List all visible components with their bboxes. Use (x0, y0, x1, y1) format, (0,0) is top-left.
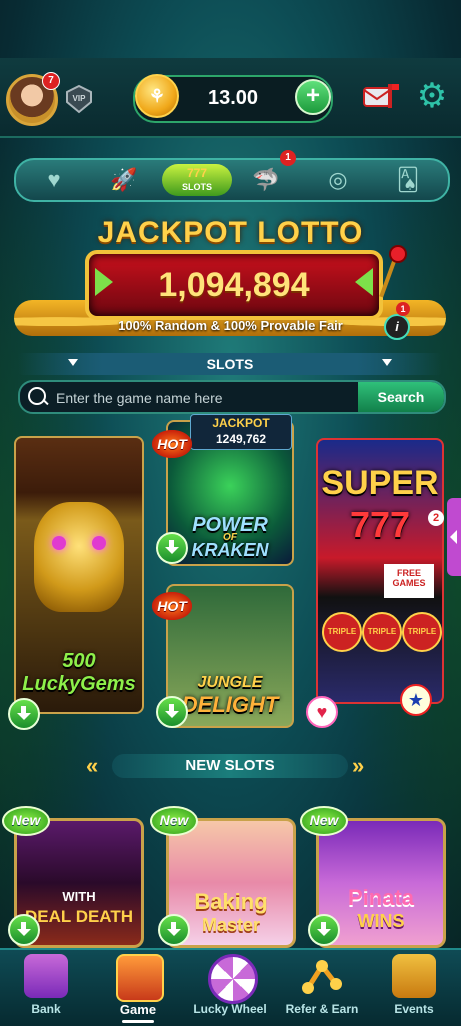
golden-mask-image (34, 502, 124, 612)
chevrons-right-icon[interactable]: » (352, 754, 364, 778)
triangle-down-icon (382, 359, 392, 366)
game-tile-500-lucky-gems[interactable]: 500 LuckyGems (14, 436, 144, 714)
reel-symbol: TRIPLE (402, 612, 442, 652)
game-tile-super-777[interactable]: SUPER 777 FREE GAMES TRIPLE TRIPLE TRIPL… (316, 438, 444, 704)
search-button[interactable]: Search (358, 382, 444, 412)
slots-section-header: SLOTS (18, 353, 442, 375)
vip-label: VIP (72, 94, 86, 103)
info-notification-badge: 1 (396, 302, 410, 316)
bottom-navigation: Bank Game Lucky Wheel Refer & Earn Event… (0, 948, 461, 1026)
bank-icon (24, 954, 68, 998)
nav-game-label: Game (119, 1002, 157, 1017)
nav-refer-earn[interactable]: Refer & Earn (276, 950, 368, 1026)
settings-gear-icon[interactable]: ⚙ (414, 78, 450, 114)
free-games-panel: FREE GAMES (384, 564, 434, 598)
jackpot-value: 1,094,894 (158, 266, 310, 304)
new-slots-label: NEW SLOTS (185, 757, 275, 774)
super-777-badge: 2 (428, 510, 444, 526)
jackpot-board[interactable]: 1,094,894 (85, 250, 383, 320)
game-title-top: JUNGLE (197, 674, 263, 691)
slots-777-icon: 777 (186, 166, 208, 180)
playing-cards-icon[interactable]: 🂡 (388, 164, 428, 196)
reel-symbol: TRIPLE (322, 612, 362, 652)
mailbox-icon[interactable] (360, 80, 400, 114)
tab-slots-label: SLOTS (181, 182, 212, 192)
side-panel-toggle[interactable] (447, 498, 461, 576)
nav-bank[interactable]: Bank (0, 950, 92, 1026)
new-badge: New (2, 806, 50, 836)
mask-eye (52, 536, 66, 550)
network-share-icon (300, 954, 344, 998)
nav-events[interactable]: Events (368, 950, 460, 1026)
game-title: 500 LuckyGems (22, 650, 136, 695)
add-funds-button[interactable]: + (295, 79, 331, 115)
download-icon[interactable] (8, 914, 40, 946)
rocket-crash-icon[interactable]: 🚀 (104, 164, 144, 196)
new-badge: New (300, 806, 348, 836)
game-title-top: Baking (194, 889, 268, 914)
kraken-jackpot-counter: JACKPOT 1249,762 (190, 414, 292, 450)
game-title: SUPER (321, 464, 439, 502)
lucky-wheel-icon (208, 954, 258, 1004)
roulette-icon[interactable]: ◎ (318, 164, 358, 196)
vip-icon[interactable]: VIP (64, 84, 94, 114)
info-button[interactable]: i (384, 314, 410, 340)
game-title-top: Pinata (347, 885, 415, 910)
kraken-jackpot-value: 1249,762 (215, 432, 267, 446)
top-bar: 7 VIP ⚘ 13.00 + ⚙ (0, 58, 461, 138)
avatar-notification-badge: 7 (42, 72, 60, 90)
fishing-notification-badge: 1 (280, 150, 296, 166)
nav-refer-earn-label: Refer & Earn (285, 1002, 359, 1016)
nav-lucky-wheel[interactable]: Lucky Wheel (184, 950, 276, 1026)
arrow-right-icon (355, 268, 373, 296)
search-bar: Search (18, 380, 446, 414)
download-icon[interactable] (156, 532, 188, 564)
download-icon[interactable] (158, 914, 190, 946)
nav-events-label: Events (394, 1002, 434, 1016)
reel-symbol: TRIPLE (362, 612, 402, 652)
kraken-jackpot-label: JACKPOT (212, 416, 270, 430)
new-badge: New (150, 806, 198, 836)
game-title-top: WITH (62, 889, 96, 904)
favorite-heart-button[interactable]: ♥ (306, 696, 338, 728)
hot-badge: HOT (152, 430, 192, 458)
nav-game[interactable]: Game (92, 950, 184, 1026)
hot-badge: HOT (152, 592, 192, 620)
balance-display: ⚘ 13.00 + (133, 74, 333, 123)
nav-bank-label: Bank (31, 1002, 61, 1016)
download-icon[interactable] (156, 696, 188, 728)
nav-lucky-wheel-label: Lucky Wheel (193, 1002, 267, 1016)
shark-fishing-icon[interactable]: 🦈 (246, 164, 286, 196)
chevrons-left-icon[interactable]: « (86, 754, 98, 778)
coin-icon: ⚘ (135, 74, 179, 118)
tab-slots[interactable]: 777 SLOTS (162, 164, 232, 196)
gift-box-icon (392, 954, 436, 998)
search-icon (28, 387, 46, 405)
favorites-heart-icon[interactable]: ♥ (34, 164, 74, 196)
download-icon[interactable] (8, 698, 40, 730)
slot-machine-icon (116, 954, 164, 1002)
star-button[interactable]: ★ (400, 684, 432, 716)
balance-value: 13.00 (207, 87, 259, 109)
category-bar: ♥ 🚀 777 SLOTS 🦈 ◎ 🂡 (14, 158, 450, 202)
mask-eye (92, 536, 106, 550)
game-digits: 777 (349, 504, 411, 545)
new-slots-header: NEW SLOTS (112, 754, 348, 778)
search-input[interactable] (54, 382, 348, 412)
slot-lever-icon (378, 244, 408, 304)
slots-section-label: SLOTS (206, 356, 254, 372)
download-icon[interactable] (308, 914, 340, 946)
